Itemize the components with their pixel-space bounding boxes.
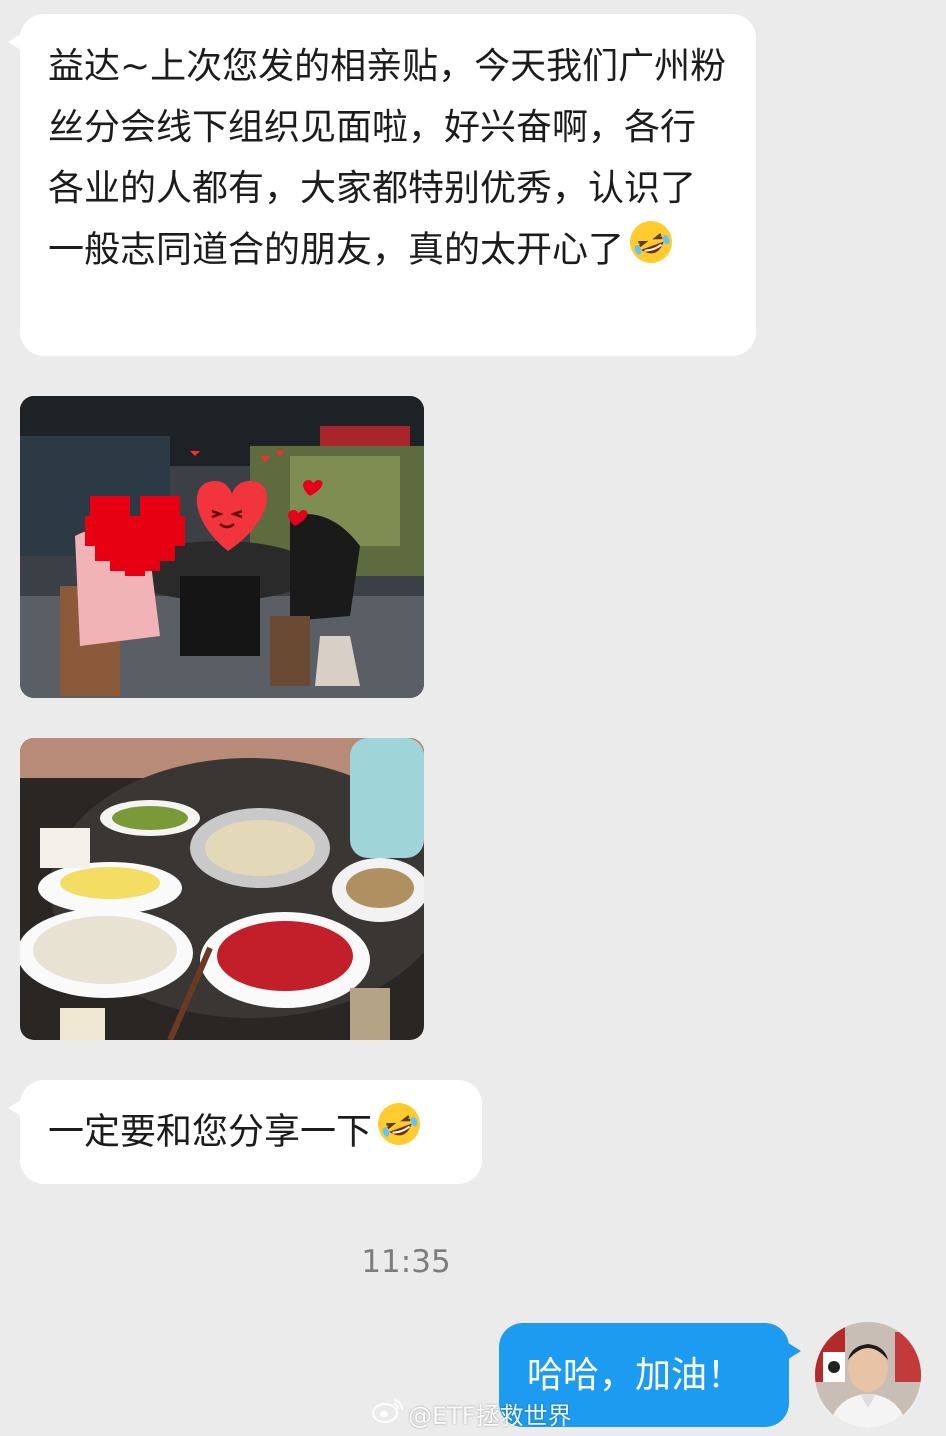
message-text: 一定要和您分享一下 xyxy=(48,1111,373,1153)
weibo-logo-icon xyxy=(372,1398,404,1430)
incoming-message-bubble[interactable]: 一定要和您分享一下 xyxy=(8,1080,482,1184)
avatar[interactable] xyxy=(815,1322,921,1428)
laughing-emoji-icon xyxy=(628,219,674,284)
watermark-text: @ETF拯救世界 xyxy=(408,1402,572,1430)
incoming-message-bubble[interactable]: 益达~上次您发的相亲贴，今天我们广州粉丝分会线下组织见面啦，好兴奋啊，各行各业的… xyxy=(8,14,756,356)
laughing-emoji-icon xyxy=(376,1101,422,1166)
hotpot-table-photo[interactable] xyxy=(20,738,424,1040)
group-dinner-photo[interactable] xyxy=(20,396,424,698)
message-text: 哈哈，加油！ xyxy=(527,1355,744,1396)
message-text: 益达~上次您发的相亲贴，今天我们广州粉丝分会线下组织见面啦，好兴奋啊，各行各业的… xyxy=(48,46,727,271)
message-timestamp: 11:35 xyxy=(361,1244,451,1280)
watermark: @ETF拯救世界 xyxy=(372,1396,572,1431)
